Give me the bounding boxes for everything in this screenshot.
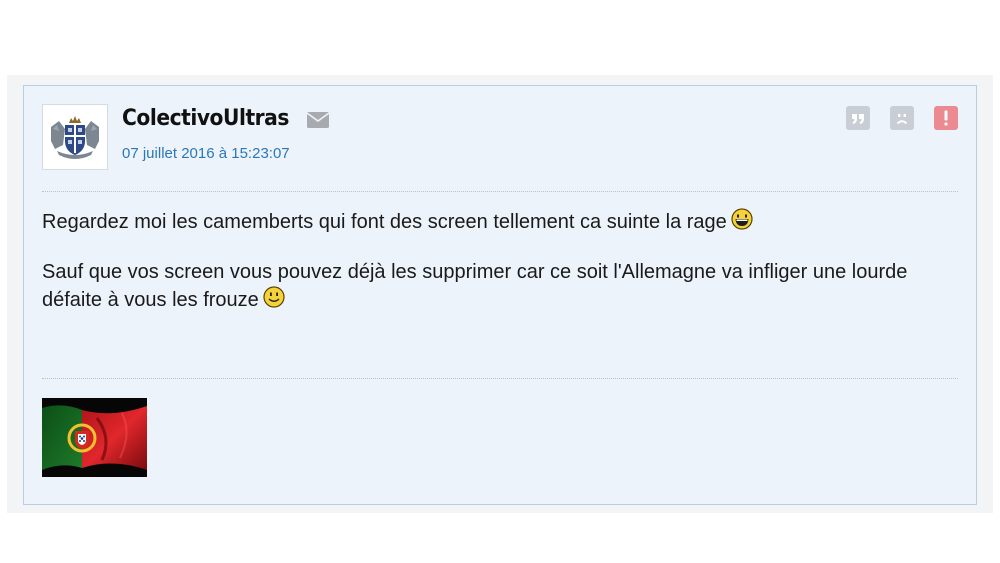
envelope-icon[interactable] [307, 112, 329, 128]
report-button[interactable] [934, 106, 958, 130]
post-paragraph: Sauf que vos screen vous pouvez déjà les… [42, 258, 958, 314]
laughing-smiley-icon [731, 208, 753, 230]
post-date[interactable]: 07 juillet 2016 à 15:23:07 [122, 144, 290, 164]
smiley-icon [263, 286, 285, 308]
post-wrapper: ColectivoUltras 07 juillet 2016 à 15:23:… [7, 75, 993, 513]
avatar[interactable] [42, 104, 108, 170]
signature-divider [42, 378, 958, 379]
dislike-button[interactable] [890, 106, 914, 130]
forum-post: ColectivoUltras 07 juillet 2016 à 15:23:… [23, 85, 977, 505]
post-content: Regardez moi les camemberts qui font des… [42, 208, 958, 336]
sad-face-icon [896, 114, 908, 125]
quote-button[interactable] [846, 106, 870, 130]
signature-image [42, 398, 147, 477]
paragraph-text: Regardez moi les camemberts qui font des… [42, 211, 727, 233]
crest-icon [43, 105, 107, 169]
username[interactable]: ColectivoUltras [122, 104, 289, 134]
paragraph-text: Sauf que vos screen vous pouvez déjà les… [42, 261, 908, 311]
exclamation-icon [944, 110, 948, 126]
post-paragraph: Regardez moi les camemberts qui font des… [42, 208, 958, 236]
quote-icon [852, 114, 864, 124]
header-divider [42, 191, 958, 192]
